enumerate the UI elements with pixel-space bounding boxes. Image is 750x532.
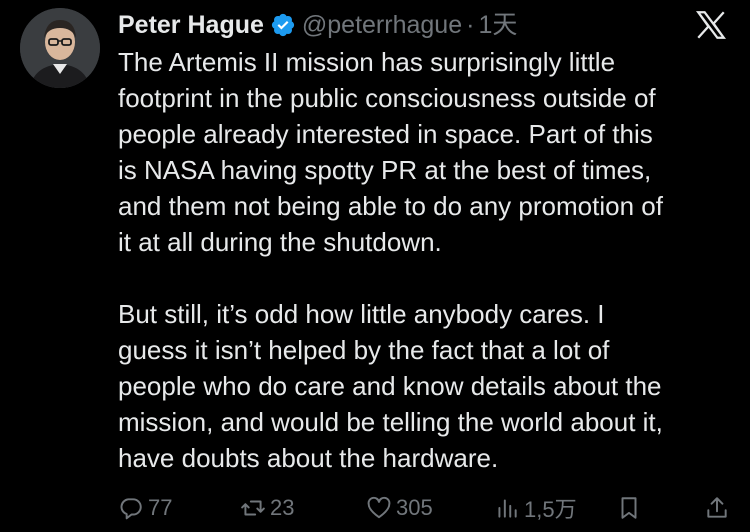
reply-count: 77 — [148, 495, 173, 520]
tweet-text: The Artemis II mission has surprisingly … — [118, 44, 740, 476]
profile-photo — [20, 8, 100, 88]
reply-icon — [120, 498, 142, 520]
views-icon — [498, 499, 517, 518]
repost-count: 23 — [270, 495, 295, 520]
like-count: 305 — [396, 495, 433, 520]
repost-button[interactable]: 23 — [240, 488, 294, 528]
heart-icon — [367, 496, 391, 519]
reply-button[interactable]: 77 — [118, 488, 172, 528]
tweet-paragraph-2: But still, it’s odd how little anybody c… — [118, 299, 663, 473]
bookmark-icon — [621, 497, 637, 519]
repost-icon — [241, 500, 265, 516]
tweet-header: Peter Hague @peterrhague · 1天 — [118, 8, 517, 42]
author-name[interactable]: Peter Hague — [118, 8, 264, 42]
timestamp[interactable]: 1天 — [478, 8, 517, 42]
action-bar: 77 23 305 1,5万 — [118, 488, 740, 528]
share-icon — [707, 497, 727, 518]
x-logo-icon — [695, 11, 727, 39]
verified-badge-icon — [271, 13, 294, 37]
bookmark-button[interactable] — [616, 488, 646, 528]
like-button[interactable]: 305 — [366, 488, 433, 528]
author-handle[interactable]: @peterrhague — [302, 8, 462, 42]
separator-dot: · — [466, 11, 475, 39]
avatar[interactable] — [20, 8, 100, 88]
views-count: 1,5万 — [524, 497, 577, 522]
views-button[interactable]: 1,5万 — [494, 488, 577, 528]
tweet-paragraph-1: The Artemis II mission has surprisingly … — [118, 47, 663, 257]
share-button[interactable] — [704, 488, 734, 528]
